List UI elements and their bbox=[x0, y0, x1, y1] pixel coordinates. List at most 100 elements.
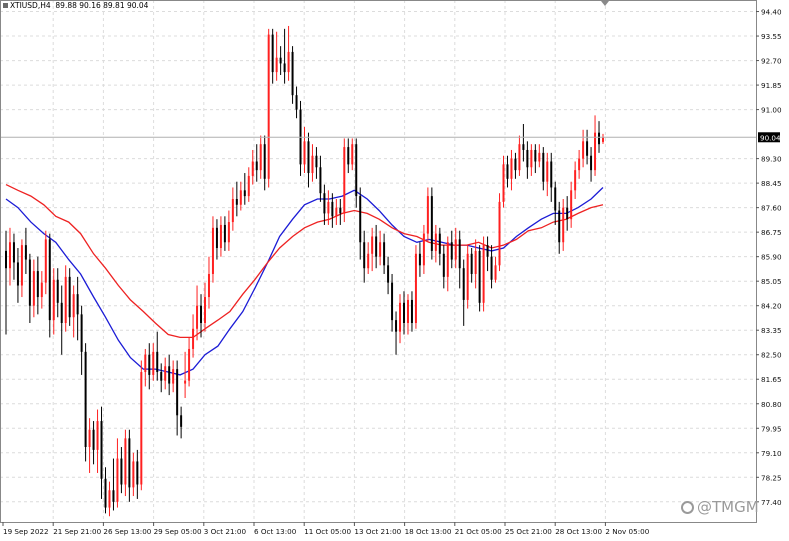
candle-bear bbox=[550, 161, 553, 188]
candle-bear bbox=[243, 190, 246, 197]
price-tick-label: 89.30 bbox=[761, 155, 782, 164]
candle-bear bbox=[36, 271, 39, 298]
candle-bear bbox=[526, 149, 529, 168]
time-tick-label: 25 Oct 21:00 bbox=[505, 527, 552, 536]
candle-bear bbox=[506, 164, 509, 179]
candle-bull bbox=[88, 429, 91, 448]
candle-bull bbox=[303, 141, 306, 165]
candle-bull bbox=[311, 155, 314, 174]
candle-bear bbox=[60, 302, 63, 324]
candle-bear bbox=[462, 268, 465, 300]
candle-bull bbox=[367, 253, 370, 269]
candle-bear bbox=[450, 242, 453, 260]
candle-bear bbox=[180, 415, 183, 427]
candle-bear bbox=[112, 490, 115, 502]
candle-bull bbox=[132, 461, 135, 488]
candle-bear bbox=[554, 187, 557, 211]
candle-bear bbox=[84, 351, 87, 448]
candle-bear bbox=[418, 253, 421, 266]
price-tick-label: 84.20 bbox=[761, 302, 782, 311]
price-tick-label: 91.00 bbox=[761, 106, 782, 115]
candle-bear bbox=[566, 207, 569, 220]
candle-bear bbox=[514, 158, 517, 171]
candle-bear bbox=[387, 265, 390, 283]
symbol-header: XTIUSD,H4 89.88 90.16 89.81 90.04 bbox=[3, 1, 148, 10]
candle-bull bbox=[343, 147, 346, 214]
candle-bear bbox=[295, 95, 298, 110]
chart-shift-icon[interactable] bbox=[601, 1, 609, 6]
candle-bull bbox=[227, 222, 230, 243]
watermark-text: @TMGM bbox=[697, 498, 759, 516]
candle-bull bbox=[239, 190, 242, 205]
price-tick-label: 79.95 bbox=[761, 424, 782, 433]
candle-bull bbox=[267, 34, 270, 179]
candle-bear bbox=[534, 149, 537, 162]
candle-bear bbox=[430, 196, 433, 251]
candle-bear bbox=[391, 282, 394, 321]
candle-bull bbox=[594, 132, 597, 171]
candle-bear bbox=[56, 279, 59, 303]
price-tick-label: 82.50 bbox=[761, 351, 782, 360]
candle-bull bbox=[140, 372, 143, 485]
candle-bull bbox=[275, 57, 278, 73]
time-tick-label: 13 Oct 21:00 bbox=[354, 527, 401, 536]
candle-bear bbox=[176, 369, 179, 416]
candle-bull bbox=[466, 253, 469, 300]
candle-bear bbox=[200, 305, 203, 324]
candle-bear bbox=[5, 250, 7, 269]
candle-bear bbox=[271, 34, 274, 73]
candle-bear bbox=[339, 207, 342, 214]
candle-bear bbox=[410, 299, 413, 324]
candle-bull bbox=[259, 144, 262, 171]
candle-bear bbox=[586, 141, 589, 156]
candle-bull bbox=[204, 297, 206, 324]
candle-bear bbox=[307, 141, 310, 174]
candle-bull bbox=[538, 152, 541, 162]
price-tick-label: 88.45 bbox=[761, 179, 782, 188]
time-tick-label: 3 Oct 21:00 bbox=[204, 527, 247, 536]
candle-bear bbox=[104, 478, 107, 508]
candle-bear bbox=[263, 144, 266, 179]
candle-bull bbox=[454, 239, 457, 260]
candle-bull bbox=[164, 366, 167, 381]
time-tick-label: 21 Oct 05:00 bbox=[455, 527, 502, 536]
candle-bear bbox=[148, 354, 151, 375]
candle-bear bbox=[283, 63, 286, 73]
candle-bear bbox=[323, 193, 326, 214]
time-tick-label: 18 Oct 13:00 bbox=[405, 527, 452, 536]
candle-bull bbox=[546, 161, 549, 182]
candle-bull bbox=[335, 207, 338, 217]
candle-bull bbox=[602, 137, 604, 142]
candle-bull bbox=[172, 369, 175, 384]
candle-bear bbox=[403, 302, 405, 324]
candle-bull bbox=[327, 201, 330, 214]
candle-bear bbox=[442, 253, 445, 277]
time-tick-label: 2 Nov 05:00 bbox=[605, 527, 649, 536]
candle-bear bbox=[522, 144, 525, 150]
candle-bull bbox=[574, 170, 577, 191]
candle-bull bbox=[20, 245, 23, 286]
candle-bull bbox=[72, 294, 75, 318]
candle-bear bbox=[331, 201, 334, 217]
candle-bear bbox=[68, 276, 71, 318]
candle-bull bbox=[399, 302, 402, 332]
candle-bear bbox=[16, 262, 19, 286]
candle-bear bbox=[279, 57, 282, 64]
candle-bull bbox=[64, 276, 67, 324]
candle-bull bbox=[498, 201, 501, 266]
candle-bull bbox=[518, 144, 521, 171]
candle-bull bbox=[196, 305, 199, 329]
candle-bear bbox=[223, 224, 226, 243]
candle-bear bbox=[156, 351, 159, 373]
candle-bear bbox=[160, 372, 163, 381]
candle-bear bbox=[12, 242, 15, 263]
candle-bear bbox=[291, 51, 294, 96]
candle-bear bbox=[363, 242, 366, 269]
price-tick-label: 83.35 bbox=[761, 326, 782, 335]
candle-bear bbox=[92, 429, 95, 450]
price-chart[interactable]: 94.40 93.55 92.70 91.85 91.00 89.30 88.45 87.60… bbox=[0, 0, 789, 541]
candle-bear bbox=[490, 256, 493, 280]
symbol-label: XTIUSD,H4 bbox=[10, 1, 51, 10]
candle-bull bbox=[502, 164, 505, 202]
candle-bear bbox=[120, 458, 123, 485]
